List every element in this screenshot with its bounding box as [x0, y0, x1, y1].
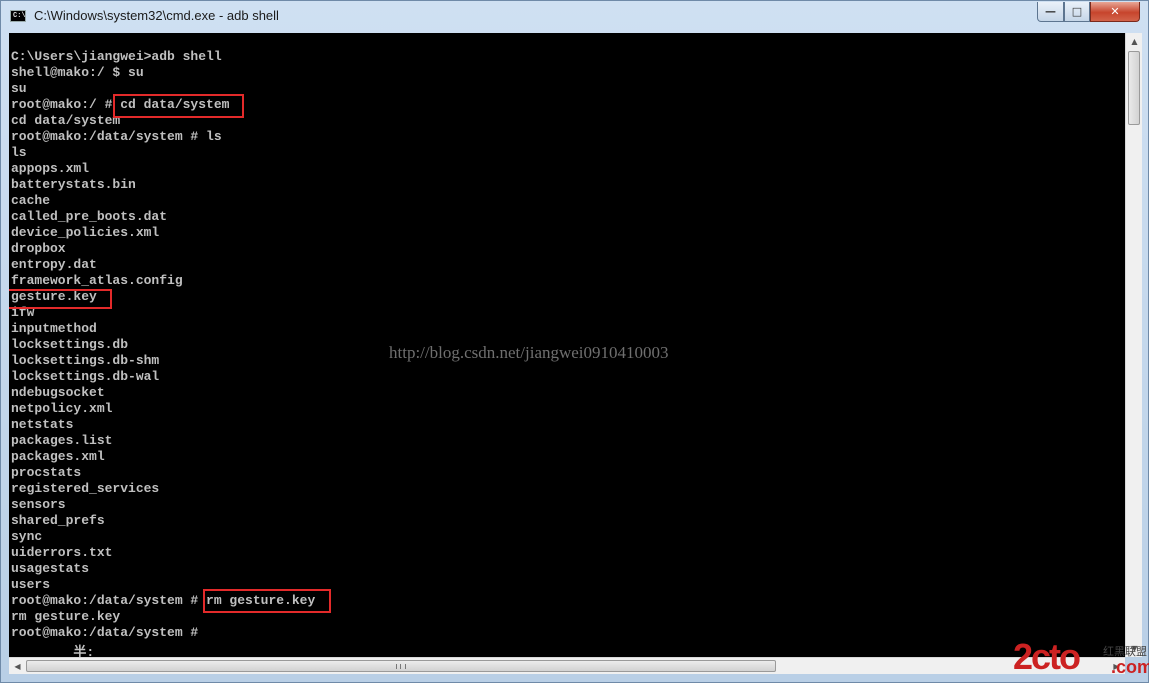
console-line: cache — [11, 193, 51, 208]
console-line: framework_atlas.config — [11, 273, 183, 288]
console-line: gesture.key — [11, 289, 97, 304]
console-line: users — [11, 577, 51, 592]
console-line: packages.xml — [11, 449, 105, 464]
console-line: ifw — [11, 305, 35, 320]
console-line: netpolicy.xml — [11, 401, 113, 416]
console-line: root@mako:/data/system # — [11, 625, 199, 640]
console-line: usagestats — [11, 561, 90, 576]
minimize-button[interactable]: — — [1037, 2, 1064, 22]
maximize-button[interactable]: □ — [1064, 2, 1090, 22]
cmd-window: C:\ C:\Windows\system32\cmd.exe - adb sh… — [0, 0, 1149, 683]
scroll-left-arrow-icon[interactable]: ◀ — [9, 658, 26, 675]
vertical-scrollbar[interactable]: ▲ ▼ — [1125, 33, 1142, 657]
grip-icon — [396, 663, 406, 669]
maximize-icon: □ — [1071, 5, 1083, 18]
console-line: packages.list — [11, 433, 113, 448]
console-line: C:\Users\jiangwei>adb shell — [11, 49, 222, 64]
console-line: locksettings.db — [11, 337, 129, 352]
logo-sub-text: .com — [1111, 657, 1149, 677]
console-line: 半: — [11, 645, 95, 657]
console-line: shell@mako:/ $ su — [11, 65, 144, 80]
cmd-app-icon[interactable]: C:\ — [10, 10, 26, 22]
console-line: sync — [11, 529, 43, 544]
console-line: su — [11, 81, 27, 96]
console-line: root@mako:/data/system # ls — [11, 129, 222, 144]
title-bar[interactable]: C:\ C:\Windows\system32\cmd.exe - adb sh… — [1, 1, 1148, 33]
console-line: device_policies.xml — [11, 225, 160, 240]
console-line: root@mako:/ # cd data/system — [11, 97, 230, 112]
console-line: ndebugsocket — [11, 385, 105, 400]
console-output-area[interactable]: C:\Users\jiangwei>adb shell shell@mako:/ … — [9, 33, 1125, 657]
console-line: uiderrors.txt — [11, 545, 113, 560]
console-line: rm gesture.key — [11, 609, 121, 624]
console-line: netstats — [11, 417, 74, 432]
blog-watermark: http://blog.csdn.net/jiangwei0910410003 — [389, 343, 669, 362]
console-line: registered_services — [11, 481, 160, 496]
window-title: C:\Windows\system32\cmd.exe - adb shell — [34, 8, 279, 23]
vertical-scroll-thumb[interactable] — [1128, 51, 1140, 125]
horizontal-scrollbar[interactable]: ◀ ▶ — [9, 657, 1125, 674]
logo-main-text: 2cto — [1013, 636, 1081, 677]
cmd-icon-label: C:\ — [13, 12, 26, 20]
scroll-up-arrow-icon[interactable]: ▲ — [1126, 33, 1143, 50]
minimize-icon: — — [1045, 5, 1056, 18]
horizontal-scroll-thumb[interactable] — [26, 660, 776, 672]
console-line: dropbox — [11, 241, 66, 256]
console-line: sensors — [11, 497, 66, 512]
console-lines: C:\Users\jiangwei>adb shell shell@mako:/ … — [11, 49, 315, 657]
site-logo: 2cto 红黑联盟 .com — [1009, 636, 1149, 678]
console-line: called_pre_boots.dat — [11, 209, 168, 224]
console-line: cd data/system — [11, 113, 121, 128]
console-line: inputmethod — [11, 321, 97, 336]
console-line: ls — [11, 145, 27, 160]
close-icon: ✕ — [1110, 5, 1120, 18]
console-line: locksettings.db-wal — [11, 369, 160, 384]
console-line: entropy.dat — [11, 257, 97, 272]
close-button[interactable]: ✕ — [1090, 2, 1140, 22]
console-line: procstats — [11, 465, 82, 480]
console-line: shared_prefs — [11, 513, 105, 528]
console-line: locksettings.db-shm — [11, 353, 160, 368]
console-line: batterystats.bin — [11, 177, 136, 192]
console-line: root@mako:/data/system # rm gesture.key — [11, 593, 316, 608]
console-line: appops.xml — [11, 161, 90, 176]
